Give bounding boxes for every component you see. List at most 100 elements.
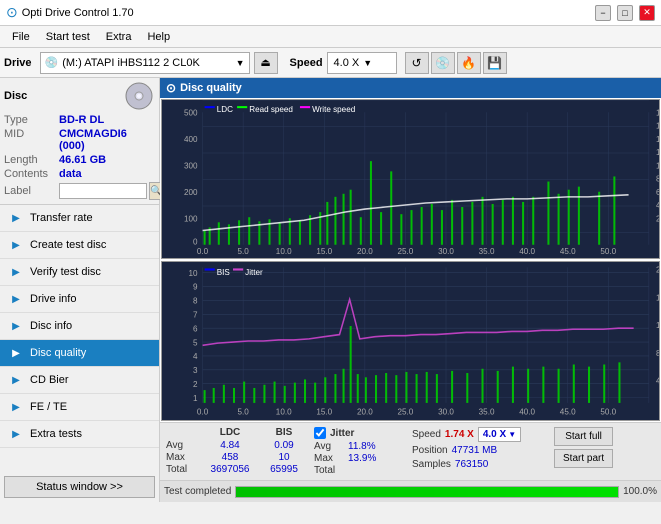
- menu-file[interactable]: File: [4, 29, 38, 45]
- cd-bier-icon: ▶: [8, 372, 24, 388]
- svg-text:4: 4: [193, 351, 198, 361]
- disc-info-icon: ▶: [8, 318, 24, 334]
- svg-text:10: 10: [188, 268, 197, 278]
- nav-cd-bier[interactable]: ▶ CD Bier: [0, 367, 159, 394]
- svg-text:15.0: 15.0: [316, 247, 332, 256]
- type-value: BD-R DL: [59, 114, 104, 126]
- svg-text:6X: 6X: [656, 188, 659, 197]
- drive-selector[interactable]: 💿 (M:) ATAPI iHBS112 2 CL0K ▼: [40, 52, 250, 74]
- svg-text:Jitter: Jitter: [245, 267, 263, 277]
- extra-tests-label: Extra tests: [30, 428, 82, 440]
- jitter-avg-row: Avg 11.8%: [314, 441, 404, 452]
- avg-label: Avg: [166, 440, 196, 451]
- svg-text:35.0: 35.0: [479, 247, 495, 256]
- refresh-button[interactable]: ↺: [405, 52, 429, 74]
- create-test-disc-label: Create test disc: [30, 239, 106, 251]
- svg-text:15.0: 15.0: [316, 406, 332, 416]
- speed-dd-icon: ▼: [508, 430, 516, 439]
- burn-button[interactable]: 🔥: [457, 52, 481, 74]
- svg-text:35.0: 35.0: [479, 406, 495, 416]
- speed-label: Speed: [290, 57, 323, 69]
- nav-disc-quality[interactable]: ▶ Disc quality: [0, 340, 159, 367]
- eject-button[interactable]: ⏏: [254, 52, 278, 74]
- disc-button[interactable]: 💿: [431, 52, 455, 74]
- menu-extra[interactable]: Extra: [98, 29, 140, 45]
- mid-value: CMCMAGDI6 (000): [59, 128, 155, 152]
- menu-start-test[interactable]: Start test: [38, 29, 98, 45]
- label-input[interactable]: [59, 183, 147, 199]
- ldc-col-header: LDC: [200, 427, 260, 438]
- svg-text:8%: 8%: [656, 348, 659, 358]
- svg-text:200: 200: [184, 188, 198, 197]
- svg-text:400: 400: [184, 135, 198, 144]
- menu-help[interactable]: Help: [139, 29, 178, 45]
- start-full-button[interactable]: Start full: [554, 427, 613, 446]
- nav-transfer-rate[interactable]: ▶ Transfer rate: [0, 205, 159, 232]
- menubar: File Start test Extra Help: [0, 26, 661, 48]
- minimize-button[interactable]: −: [595, 5, 611, 21]
- transfer-rate-icon: ▶: [8, 210, 24, 226]
- disc-info-label: Disc info: [30, 320, 72, 332]
- main-layout: Disc Type BD-R DL MID CMCMAGDI6 (000) L: [0, 78, 661, 502]
- svg-text:LDC: LDC: [217, 105, 233, 114]
- drive-dropdown-icon: ▼: [236, 58, 245, 68]
- svg-text:10X: 10X: [656, 161, 659, 170]
- label-label: Label: [4, 185, 59, 197]
- nav-verify-test-disc[interactable]: ▶ Verify test disc: [0, 259, 159, 286]
- svg-text:0.0: 0.0: [197, 406, 209, 416]
- disc-quality-icon: ▶: [8, 345, 24, 361]
- cd-bier-label: CD Bier: [30, 374, 69, 386]
- svg-text:3: 3: [193, 365, 198, 375]
- nav-extra-tests[interactable]: ▶ Extra tests: [0, 421, 159, 448]
- speed-dropdown[interactable]: 4.0 X ▼: [478, 427, 521, 442]
- position-val: 47731 MB: [452, 445, 498, 456]
- disc-section: Disc Type BD-R DL MID CMCMAGDI6 (000) L: [0, 78, 159, 205]
- maximize-button[interactable]: □: [617, 5, 633, 21]
- speed-selector[interactable]: 4.0 X ▼: [327, 52, 397, 74]
- svg-text:14X: 14X: [656, 135, 659, 144]
- panel-title: Disc quality: [180, 82, 242, 94]
- transfer-rate-label: Transfer rate: [30, 212, 93, 224]
- speed-val: 1.74 X: [445, 429, 474, 440]
- speed-position-stats: Speed 1.74 X 4.0 X ▼ Position 47731 MB S…: [412, 427, 542, 470]
- svg-text:5.0: 5.0: [238, 406, 250, 416]
- svg-text:16%: 16%: [656, 292, 659, 302]
- progress-percent: 100.0%: [623, 486, 657, 497]
- nav-create-test-disc[interactable]: ▶ Create test disc: [0, 232, 159, 259]
- stats-bar: LDC BIS Avg 4.84 0.09 Max 458 10 Total 3…: [160, 422, 661, 480]
- fe-te-label: FE / TE: [30, 401, 67, 413]
- titlebar: ⊙ Opti Drive Control 1.70 − □ ✕: [0, 0, 661, 26]
- svg-text:20%: 20%: [656, 264, 659, 274]
- svg-text:5: 5: [193, 337, 198, 347]
- jitter-checkbox[interactable]: [314, 427, 326, 439]
- svg-text:12%: 12%: [656, 320, 659, 330]
- app-title: Opti Drive Control 1.70: [22, 7, 134, 19]
- nav-drive-info[interactable]: ▶ Drive info: [0, 286, 159, 313]
- speed-select-val: 4.0 X: [483, 429, 506, 440]
- svg-text:1: 1: [193, 393, 198, 403]
- svg-text:0.0: 0.0: [197, 247, 209, 256]
- nav-fe-te[interactable]: ▶ FE / TE: [0, 394, 159, 421]
- mid-label: MID: [4, 128, 59, 152]
- svg-text:40.0: 40.0: [519, 247, 535, 256]
- svg-text:4%: 4%: [656, 376, 659, 386]
- stats-total-row: Total 3697056 65995: [166, 464, 306, 475]
- svg-text:8: 8: [193, 295, 198, 305]
- start-buttons: Start full Start part: [554, 427, 613, 468]
- svg-text:20.0: 20.0: [357, 247, 373, 256]
- disc-image-icon: [123, 82, 155, 110]
- svg-text:45.0: 45.0: [560, 406, 576, 416]
- close-button[interactable]: ✕: [639, 5, 655, 21]
- max-label: Max: [166, 452, 196, 463]
- total-bis: 65995: [264, 464, 304, 475]
- status-window-button[interactable]: Status window >>: [4, 476, 155, 498]
- speed-dropdown-icon: ▼: [363, 58, 372, 68]
- sidebar: Disc Type BD-R DL MID CMCMAGDI6 (000) L: [0, 78, 160, 502]
- app-icon: ⊙: [6, 4, 18, 21]
- svg-text:50.0: 50.0: [600, 247, 616, 256]
- save-button[interactable]: 💾: [483, 52, 507, 74]
- svg-text:4X: 4X: [656, 201, 659, 210]
- start-part-button[interactable]: Start part: [554, 449, 613, 468]
- nav-disc-info[interactable]: ▶ Disc info: [0, 313, 159, 340]
- jitter-stats: Jitter Avg 11.8% Max 13.9% Total: [314, 427, 404, 476]
